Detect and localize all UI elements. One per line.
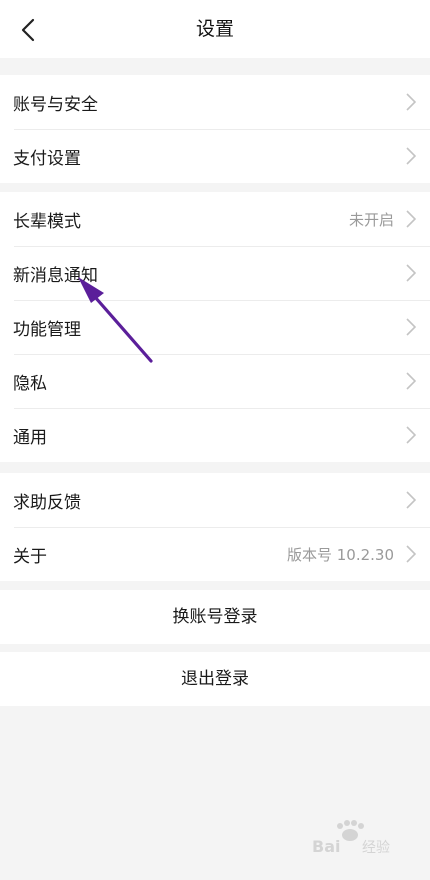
- baidu-watermark-logo: Bai 经验: [312, 820, 390, 856]
- settings-group-features: 长辈模式 未开启 新消息通知 功能管理 隐私 通用: [0, 192, 430, 462]
- settings-item-account-security[interactable]: 账号与安全: [0, 75, 430, 129]
- version-text: 版本号 10.2.30: [286, 545, 394, 564]
- settings-item-about[interactable]: 关于 版本号 10.2.30: [0, 527, 430, 581]
- chevron-right-icon: [406, 318, 416, 336]
- chevron-right-icon: [406, 264, 416, 282]
- settings-item-notifications[interactable]: 新消息通知: [0, 246, 430, 300]
- settings-item-label: 关于: [13, 546, 47, 567]
- svg-text:经验: 经验: [362, 840, 390, 856]
- logout-button[interactable]: 退出登录: [0, 652, 430, 706]
- switch-account-button[interactable]: 换账号登录: [0, 590, 430, 644]
- settings-group-help: 求助反馈 关于 版本号 10.2.30: [0, 473, 430, 581]
- settings-item-privacy[interactable]: 隐私: [0, 354, 430, 408]
- chevron-right-icon: [406, 210, 416, 228]
- settings-item-elder-mode[interactable]: 长辈模式 未开启: [0, 192, 430, 246]
- chevron-right-icon: [406, 426, 416, 444]
- settings-item-label: 支付设置: [13, 148, 81, 169]
- chevron-right-icon: [406, 93, 416, 111]
- settings-item-general[interactable]: 通用: [0, 408, 430, 462]
- settings-item-payment[interactable]: 支付设置: [0, 129, 430, 183]
- settings-item-label: 通用: [13, 427, 47, 448]
- settings-item-label: 账号与安全: [13, 94, 98, 115]
- settings-item-label: 长辈模式: [13, 211, 81, 232]
- settings-item-feature-management[interactable]: 功能管理: [0, 300, 430, 354]
- chevron-right-icon: [406, 545, 416, 563]
- settings-item-label: 求助反馈: [13, 492, 81, 513]
- chevron-right-icon: [406, 372, 416, 390]
- settings-item-value: 未开启: [348, 210, 394, 229]
- settings-item-feedback[interactable]: 求助反馈: [0, 473, 430, 527]
- chevron-right-icon: [406, 147, 416, 165]
- nav-bar: 设置: [0, 0, 430, 58]
- settings-item-label: 新消息通知: [13, 265, 98, 286]
- svg-text:Bai: Bai: [312, 837, 340, 856]
- settings-item-label: 功能管理: [13, 319, 81, 340]
- chevron-right-icon: [406, 491, 416, 509]
- settings-item-label: 隐私: [13, 373, 47, 394]
- settings-group-account: 账号与安全 支付设置: [0, 75, 430, 183]
- page-title: 设置: [195, 18, 234, 40]
